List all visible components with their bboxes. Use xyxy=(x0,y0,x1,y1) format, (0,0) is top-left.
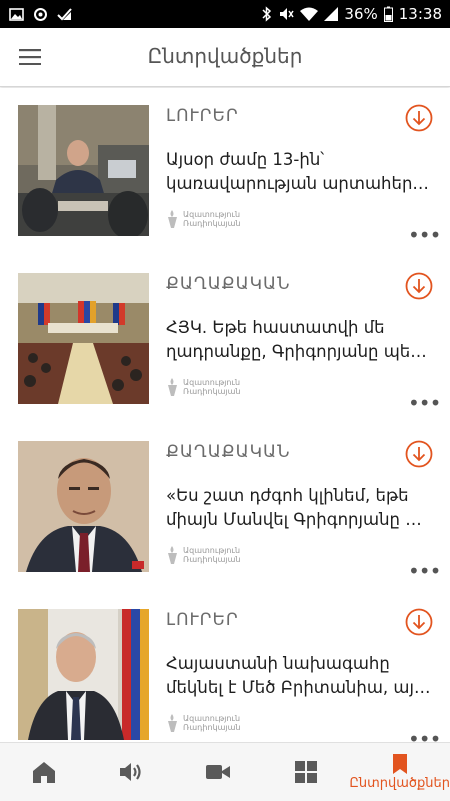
headline-line: Հայաստանի նախագահը xyxy=(166,654,390,673)
nav-favorites-label: Ընտրվածքներ xyxy=(349,775,450,791)
video-camera-icon xyxy=(206,765,231,779)
article-list[interactable]: ԼՈՒՐԵՐ Այսօր ժամը 13-ին՝ կառավարության ա… xyxy=(0,88,450,742)
page-title: Ընտրվածքներ xyxy=(147,44,303,68)
article-thumbnail[interactable] xyxy=(18,273,149,404)
article-headline[interactable]: «Ես շատ դժգոհ կլինեմ, եթե միայն Մանվել Գ… xyxy=(166,484,434,532)
nav-categories[interactable] xyxy=(262,743,349,801)
article-thumbnail[interactable] xyxy=(18,441,149,572)
download-button[interactable] xyxy=(405,608,433,636)
article-thumbnail[interactable] xyxy=(18,105,149,236)
article-card[interactable]: ԼՈՒՐԵՐ Այսօր ժամը 13-ին՝ կառավարության ա… xyxy=(0,88,450,257)
source-name: Ազատություն xyxy=(183,210,241,219)
source-name: Ռադիոկայան xyxy=(183,723,241,732)
source-name: Ռադիոկայան xyxy=(183,387,241,396)
source-name: Ռադիոկայան xyxy=(183,219,241,228)
source-name: Ռադիոկայան xyxy=(183,555,241,564)
headline-line: միայն Մանվել Գրիգորյանը պ... xyxy=(166,510,434,529)
nav-video[interactable] xyxy=(175,743,262,801)
source-logo: Ազատություն Ռադիոկայան xyxy=(166,544,240,566)
more-options-button[interactable]: ••• xyxy=(408,729,441,742)
more-options-button[interactable]: ••• xyxy=(408,225,441,245)
grid-icon xyxy=(294,761,317,783)
download-icon xyxy=(405,608,433,636)
article-card[interactable]: ՔԱՂԱՔԱԿԱՆ ՀՅԿ. Եթե հաստատվի մե ղադրանքը,… xyxy=(0,256,450,425)
battery-percent: 36% xyxy=(344,5,378,23)
download-icon xyxy=(405,272,433,300)
signal-icon xyxy=(324,7,339,21)
more-options-button[interactable]: ••• xyxy=(408,561,441,581)
download-button[interactable] xyxy=(405,272,433,300)
article-card[interactable]: ՔԱՂԱՔԱԿԱՆ «Ես շատ դժգոհ կլինեմ, եթե միայ… xyxy=(0,424,450,593)
download-button[interactable] xyxy=(405,440,433,468)
download-button[interactable] xyxy=(405,104,433,132)
liberty-torch-icon xyxy=(168,546,177,564)
headline-line: կառավարության արտահերթ... xyxy=(166,174,434,193)
article-headline[interactable]: ՀՅԿ. Եթե հաստատվի մե ղադրանքը, Գրիգորյան… xyxy=(166,316,434,364)
bookmark-icon xyxy=(392,753,407,774)
source-logo: Ազատություն Ռադիոկայան xyxy=(166,712,240,734)
bottom-navigation: Ընտրվածքներ xyxy=(0,742,450,801)
source-logo: Ազատություն Ռադիոկայան xyxy=(166,208,240,230)
headline-line: «Ես շատ դժգոհ կլինեմ, եթե xyxy=(166,486,409,505)
source-name: Ազատություն xyxy=(183,546,241,555)
check-icon xyxy=(57,7,72,20)
headline-line: մեկնել է Մեծ Բրիտանիա, այց... xyxy=(166,678,434,697)
clock: 13:38 xyxy=(398,5,442,23)
download-icon xyxy=(405,440,433,468)
battery-icon xyxy=(383,6,393,22)
source-name: Ազատություն xyxy=(183,714,241,723)
nav-favorites[interactable]: Ընտրվածքներ xyxy=(349,743,450,801)
wifi-icon xyxy=(300,7,319,21)
mute-icon xyxy=(280,8,295,20)
image-icon xyxy=(9,7,24,21)
bluetooth-icon xyxy=(262,6,272,22)
article-thumbnail[interactable] xyxy=(18,609,149,740)
headline-line: ՀՅԿ. Եթե հաստատվի մե xyxy=(166,318,385,337)
download-icon xyxy=(405,104,433,132)
article-card[interactable]: ԼՈՒՐԵՐ Հայաստանի նախագահը մեկնել է Մեծ Բ… xyxy=(0,592,450,742)
liberty-torch-icon xyxy=(168,210,177,228)
status-bar: 36% 13:38 xyxy=(0,0,450,28)
article-category: ՔԱՂԱՔԱԿԱՆ xyxy=(166,274,291,294)
headline-line: Այսօր ժամը 13-ին՝ xyxy=(166,150,325,169)
liberty-torch-icon xyxy=(168,714,177,732)
article-headline[interactable]: Հայաստանի նախագահը մեկնել է Մեծ Բրիտանիա… xyxy=(166,652,434,700)
sync-icon xyxy=(34,7,47,21)
article-category: ԼՈՒՐԵՐ xyxy=(166,610,239,630)
liberty-torch-icon xyxy=(168,378,177,396)
article-headline[interactable]: Այսօր ժամը 13-ին՝ կառավարության արտահերթ… xyxy=(166,148,434,196)
more-options-button[interactable]: ••• xyxy=(408,393,441,413)
source-name: Ազատություն xyxy=(183,378,241,387)
article-category: ՔԱՂԱՔԱԿԱՆ xyxy=(166,442,291,462)
headline-line: ղադրանքը, Գրիգորյանը պետ... xyxy=(166,342,434,361)
nav-home[interactable] xyxy=(0,743,87,801)
speaker-icon xyxy=(120,763,141,781)
app-bar: Ընտրվածքներ xyxy=(0,28,450,87)
nav-audio[interactable] xyxy=(87,743,174,801)
source-logo: Ազատություն Ռադիոկայան xyxy=(166,376,240,398)
home-icon xyxy=(32,762,55,783)
article-category: ԼՈՒՐԵՐ xyxy=(166,106,239,126)
